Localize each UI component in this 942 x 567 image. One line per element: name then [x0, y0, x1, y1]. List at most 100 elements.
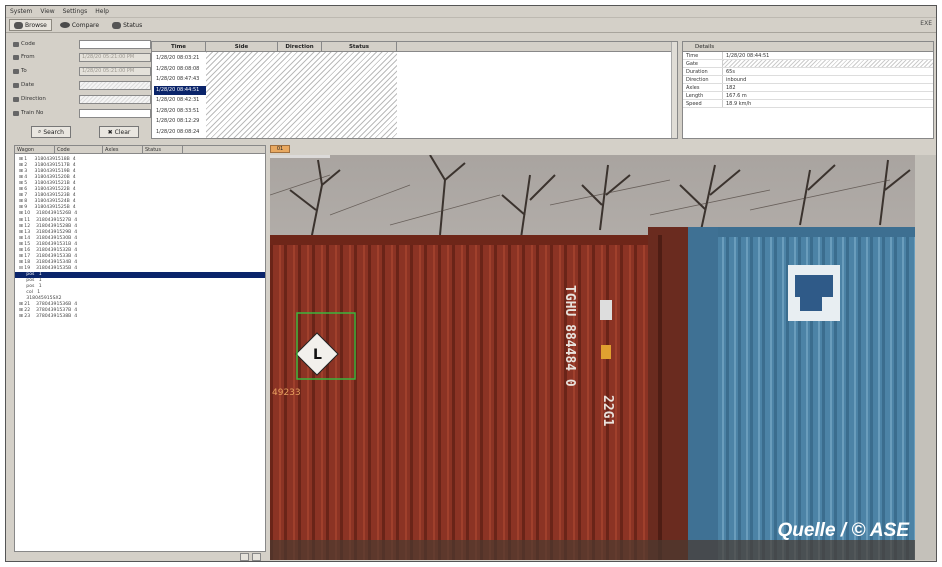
column-wagon[interactable]: Wagon — [15, 146, 55, 154]
status-button[interactable]: Status — [107, 19, 147, 31]
date-row: Date — [9, 81, 151, 91]
detail-row: Time 1/28/20 08:44:51 — [683, 52, 933, 60]
from-checkbox[interactable] — [13, 54, 19, 60]
train-label: Train No — [21, 110, 44, 116]
detail-row: Direction inbound — [683, 76, 933, 84]
detail-key: Axles — [683, 84, 723, 91]
results-disabled-area — [206, 52, 397, 138]
tree-footer — [14, 553, 266, 561]
direction-label: Direction — [21, 96, 46, 102]
column-code[interactable]: Code — [55, 146, 103, 154]
to-checkbox[interactable] — [13, 68, 19, 74]
search-panel: Code From 1/28/20 05:21:00 PM To 1/28/20… — [9, 40, 151, 138]
direction-select[interactable] — [79, 95, 151, 104]
roi-label: 49233 — [272, 388, 301, 398]
date-field[interactable] — [79, 81, 151, 90]
results-scrollbar[interactable] — [671, 42, 677, 138]
detail-key: Length — [683, 92, 723, 99]
detail-value: 182 — [726, 85, 736, 91]
grid-view-icon[interactable] — [240, 553, 249, 561]
detail-value: 65s — [726, 69, 735, 75]
detail-key: Time — [683, 52, 723, 59]
code-label: Code — [21, 41, 36, 47]
detail-row: Speed 18.9 km/h — [683, 100, 933, 108]
menu-help[interactable]: Help — [95, 8, 109, 15]
eye-icon — [59, 22, 70, 28]
column-time[interactable]: Time — [152, 42, 206, 52]
search-button-label: Search — [43, 128, 64, 136]
compare-button[interactable]: Compare — [55, 19, 104, 31]
application-window: System View Settings Help Browse Compare… — [5, 5, 937, 562]
compare-label: Compare — [71, 21, 100, 29]
red-container — [270, 235, 688, 560]
image-side-strip — [915, 155, 936, 560]
magnifier-icon — [14, 21, 23, 29]
detail-key: Gate — [683, 60, 723, 67]
train-row: Train No — [9, 109, 151, 119]
detail-row: Gate — [683, 60, 933, 68]
date-checkbox[interactable] — [13, 82, 19, 88]
column-tree-status[interactable]: Status — [143, 146, 183, 154]
hazard-symbol: L — [313, 347, 322, 363]
result-row[interactable]: 1/28/20 08:03:21 — [154, 54, 206, 63]
copyright-watermark: Quelle / © ASE — [777, 520, 909, 541]
container-scene: TGHU 884484 0 22G1 L 49233 — [270, 155, 915, 560]
direction-row: Direction — [9, 95, 151, 105]
detail-row: Axles 182 — [683, 84, 933, 92]
detail-row: Duration 65s — [683, 68, 933, 76]
results-list: Time Side Direction Status 1/28/20 08:03… — [151, 41, 678, 139]
container-code-text: TGHU 884484 0 — [562, 285, 577, 387]
detail-value: 167.6 m — [726, 93, 747, 99]
from-datetime-field[interactable]: 1/28/20 05:21:00 PM — [79, 53, 151, 62]
list-view-icon[interactable] — [252, 553, 261, 561]
image-tab[interactable]: 01 — [270, 145, 290, 153]
column-status[interactable]: Status — [322, 42, 397, 52]
detail-key: Duration — [683, 68, 723, 75]
menu-view[interactable]: View — [40, 8, 54, 15]
train-input[interactable] — [79, 109, 151, 118]
detail-value: 1/28/20 08:44:51 — [726, 53, 770, 59]
column-direction[interactable]: Direction — [278, 42, 322, 52]
browse-button[interactable]: Browse — [9, 19, 52, 31]
search-icon: ⌕ — [38, 128, 42, 135]
type-code-text: 22G1 — [600, 395, 615, 426]
detail-key: Direction — [683, 76, 723, 83]
exit-button[interactable]: EXE — [920, 20, 932, 27]
column-side[interactable]: Side — [206, 42, 278, 52]
menu-settings[interactable]: Settings — [63, 8, 88, 15]
browse-label: Browse — [25, 21, 47, 29]
toolbar: Browse Compare Status EXE — [6, 18, 936, 33]
to-datetime-field[interactable]: 1/28/20 05:21:00 PM — [79, 67, 151, 76]
result-row[interactable]: 1/28/20 08:44:51 — [154, 85, 206, 95]
clear-icon: ✖ — [107, 128, 113, 136]
detail-row: Length 167.6 m — [683, 92, 933, 100]
status-label: Status — [123, 21, 143, 29]
detail-value: inbound — [726, 77, 747, 83]
result-row[interactable]: 1/28/20 08:33:51 — [154, 107, 206, 116]
detail-value: 18.9 km/h — [726, 101, 752, 107]
tree-row[interactable]: ⊞ 23 37804391538B 4 — [15, 314, 265, 320]
train-icon — [13, 110, 19, 116]
code-input[interactable] — [79, 40, 151, 49]
menu-system[interactable]: System — [10, 8, 32, 15]
result-row[interactable]: 1/28/20 08:47:43 — [154, 75, 206, 84]
result-row[interactable]: 1/28/20 08:42:31 — [154, 96, 206, 105]
details-panel: Details Time 1/28/20 08:44:51 Gate Duration… — [682, 41, 934, 139]
result-row[interactable]: 1/28/20 08:08:24 — [154, 128, 206, 137]
code-row: Code — [9, 40, 151, 50]
results-header: Time Side Direction Status — [152, 42, 677, 52]
search-button[interactable]: ⌕ Search — [31, 126, 71, 138]
detail-key: Speed — [683, 100, 723, 107]
code-icon — [13, 41, 19, 47]
tree-header: Wagon Code Axles Status — [15, 146, 265, 154]
wagon-tree: Wagon Code Axles Status ⊞ 1 31804391518B… — [14, 145, 266, 552]
clear-button-label: Clear — [114, 128, 131, 136]
direction-checkbox[interactable] — [13, 96, 19, 102]
result-row[interactable]: 1/28/20 08:08:08 — [154, 65, 206, 74]
result-row[interactable]: 1/28/20 08:12:29 — [154, 117, 206, 126]
details-title: Details — [683, 42, 933, 52]
date-label: Date — [21, 82, 35, 88]
column-axles[interactable]: Axles — [103, 146, 143, 154]
clear-button[interactable]: ✖ Clear — [99, 126, 139, 138]
camera-icon — [112, 21, 122, 29]
